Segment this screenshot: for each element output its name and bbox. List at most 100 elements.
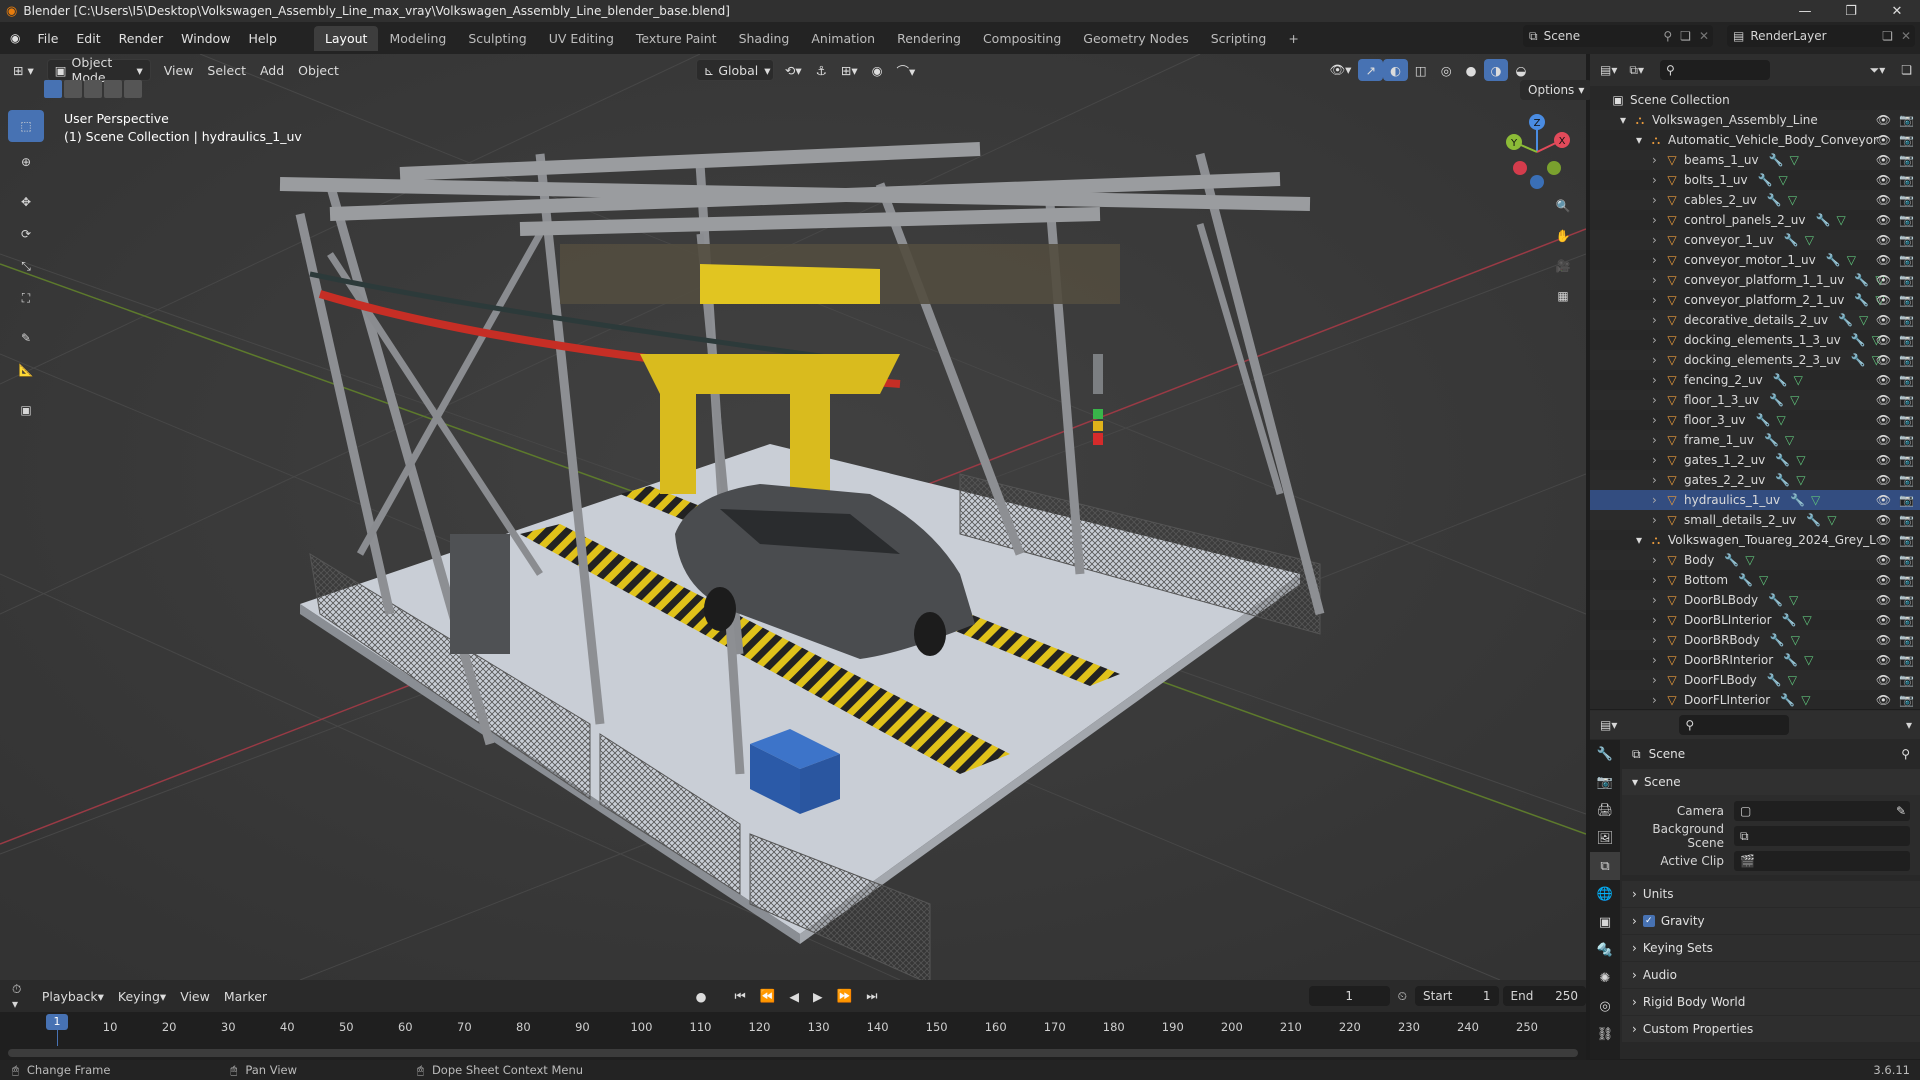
outliner-row-object[interactable]: › ▽ control_panels_2_uv 🔧 ▽ 👁 📷 xyxy=(1590,210,1920,230)
properties-editor-icon[interactable]: ▤▾ xyxy=(1590,718,1625,732)
shading-wireframe-icon[interactable]: ◎ xyxy=(1434,59,1459,81)
3d-viewport[interactable] xyxy=(0,54,1586,980)
camera-icon[interactable]: 📷 xyxy=(1899,553,1914,567)
chevron-right-icon[interactable]: › xyxy=(1652,333,1664,347)
mesh-data-icon[interactable]: ▽ xyxy=(1801,693,1810,707)
outliner-row-object[interactable]: › ▽ fencing_2_uv 🔧 ▽ 👁 📷 xyxy=(1590,370,1920,390)
world-tab-icon[interactable]: 🌐 xyxy=(1590,880,1620,908)
gizmo-toggle-icon[interactable]: ↗ xyxy=(1358,59,1383,81)
eye-icon[interactable]: 👁 xyxy=(1876,653,1891,667)
chevron-right-icon[interactable]: › xyxy=(1652,673,1664,687)
camera-icon[interactable]: 📷 xyxy=(1899,333,1914,347)
workspace-tab-scripting[interactable]: Scripting xyxy=(1200,26,1278,51)
chevron-right-icon[interactable]: › xyxy=(1652,193,1664,207)
camera-icon[interactable]: 📷 xyxy=(1899,253,1914,267)
chevron-right-icon[interactable]: › xyxy=(1652,373,1664,387)
mesh-data-icon[interactable]: ▽ xyxy=(1789,593,1798,607)
eye-icon[interactable]: 👁 xyxy=(1876,253,1891,267)
outliner-row-collection[interactable]: ▾ ⛬ Volkswagen_Assembly_Line 👁 📷 xyxy=(1590,110,1920,130)
eye-icon[interactable]: 👁 xyxy=(1876,553,1891,567)
camera-icon[interactable]: 📷 xyxy=(1899,413,1914,427)
mesh-data-icon[interactable]: ▽ xyxy=(1790,153,1799,167)
chevron-right-icon[interactable]: › xyxy=(1652,453,1664,467)
outliner-row-object[interactable]: › ▽ hydraulics_1_uv 🔧 ▽ 👁 📷 xyxy=(1590,490,1920,510)
eye-icon[interactable]: 👁 xyxy=(1876,413,1891,427)
chevron-right-icon[interactable]: › xyxy=(1652,173,1664,187)
menu-add[interactable]: Add xyxy=(253,59,291,81)
chevron-right-icon[interactable]: › xyxy=(1652,393,1664,407)
modifier-icon[interactable]: 🔧 xyxy=(1838,313,1853,327)
chevron-right-icon[interactable]: › xyxy=(1652,233,1664,247)
chevron-down-icon[interactable]: ▾ xyxy=(1636,533,1648,547)
proportional-edit-icon[interactable]: ◉ xyxy=(865,59,890,81)
camera-icon[interactable]: 📷 xyxy=(1899,373,1914,387)
timeline-scroll-thumb[interactable] xyxy=(8,1049,1578,1057)
eye-icon[interactable]: 👁 xyxy=(1876,293,1891,307)
modifier-icon[interactable]: 🔧 xyxy=(1756,413,1771,427)
display-mode-icon[interactable]: ⧉▾ xyxy=(1623,63,1650,78)
chevron-right-icon[interactable]: › xyxy=(1652,693,1664,707)
select-subtract-icon[interactable] xyxy=(84,80,102,98)
current-frame-field[interactable]: 1 xyxy=(1308,986,1390,1006)
add-cube-icon[interactable]: ▣ xyxy=(8,394,44,426)
workspace-tab-animation[interactable]: Animation xyxy=(800,26,886,51)
modifier-icon[interactable]: 🔧 xyxy=(1806,513,1821,527)
chevron-right-icon[interactable]: › xyxy=(1652,473,1664,487)
view-layer-tab-icon[interactable]: 🖼 xyxy=(1590,824,1620,852)
outliner-row-object[interactable]: › ▽ beams_1_uv 🔧 ▽ 👁 📷 xyxy=(1590,150,1920,170)
select-extend-icon[interactable] xyxy=(64,80,82,98)
mesh-data-icon[interactable]: ▽ xyxy=(1791,633,1800,647)
mesh-data-icon[interactable]: ▽ xyxy=(1790,393,1799,407)
chevron-right-icon[interactable]: › xyxy=(1652,493,1664,507)
menu-marker[interactable]: Marker xyxy=(217,985,274,1007)
outliner-row-object[interactable]: › ▽ bolts_1_uv 🔧 ▽ 👁 📷 xyxy=(1590,170,1920,190)
shading-material-icon[interactable]: ◑ xyxy=(1483,59,1509,81)
eye-icon[interactable]: 👁 xyxy=(1876,533,1891,547)
outliner-row-object[interactable]: › ▽ DoorFLBody 🔧 ▽ 👁 📷 xyxy=(1590,670,1920,690)
outliner-row-object[interactable]: › ▽ frame_1_uv 🔧 ▽ 👁 📷 xyxy=(1590,430,1920,450)
modifier-icon[interactable]: 🔧 xyxy=(1724,553,1739,567)
outliner-row-object[interactable]: › ▽ cables_2_uv 🔧 ▽ 👁 📷 xyxy=(1590,190,1920,210)
eye-icon[interactable]: 👁 xyxy=(1876,153,1891,167)
camera-icon[interactable]: 📷 xyxy=(1899,633,1914,647)
pivot-point-icon[interactable]: ⟲▾ xyxy=(778,59,809,81)
modifier-icon[interactable]: 🔧 xyxy=(1775,453,1790,467)
snap-icon[interactable]: ⚓ xyxy=(809,59,834,81)
mesh-data-icon[interactable]: ▽ xyxy=(1788,193,1797,207)
chevron-right-icon[interactable]: › xyxy=(1652,553,1664,567)
camera-icon[interactable]: 📷 xyxy=(1899,453,1914,467)
jump-keyframe-back-icon[interactable]: ⏪ xyxy=(753,985,783,1007)
camera-icon[interactable]: 📷 xyxy=(1899,353,1914,367)
workspace-tab-modeling[interactable]: Modeling xyxy=(378,26,457,51)
camera-view-icon[interactable]: 🎥 xyxy=(1549,252,1577,280)
pin-icon[interactable]: ⚲ xyxy=(1659,29,1676,43)
play-reverse-icon[interactable]: ◀ xyxy=(782,985,806,1007)
close-icon[interactable]: ✕ xyxy=(1874,4,1920,19)
falloff-icon[interactable]: ⌒▾ xyxy=(890,59,923,81)
eye-icon[interactable]: 👁 xyxy=(1876,593,1891,607)
outliner-row-object[interactable]: › ▽ conveyor_platform_2_1_uv 🔧 ▽ 👁 📷 xyxy=(1590,290,1920,310)
modifier-icon[interactable]: 🔧 xyxy=(1769,393,1784,407)
chevron-right-icon[interactable]: › xyxy=(1652,433,1664,447)
eye-icon[interactable]: 👁 xyxy=(1876,333,1891,347)
audio-panel-header[interactable]: › Audio xyxy=(1622,962,1920,988)
modifier-icon[interactable]: 🔧 xyxy=(1790,493,1805,507)
chevron-right-icon[interactable]: › xyxy=(1652,153,1664,167)
navigation-gizmo[interactable]: Z X Y xyxy=(1500,112,1574,190)
eye-icon[interactable]: 👁 xyxy=(1876,133,1891,147)
eye-icon[interactable]: 👁 xyxy=(1876,473,1891,487)
eye-icon[interactable]: 👁 xyxy=(1876,393,1891,407)
constraints-tab-icon[interactable]: ⛓ xyxy=(1590,1020,1620,1048)
modifier-icon[interactable]: 🔧 xyxy=(1851,353,1866,367)
camera-icon[interactable]: 📷 xyxy=(1899,533,1914,547)
eye-icon[interactable]: 👁 xyxy=(1876,633,1891,647)
background-scene-input[interactable]: ⧉ xyxy=(1734,826,1910,846)
workspace-tab-texture-paint[interactable]: Texture Paint xyxy=(625,26,728,51)
timeline-scrollbar[interactable] xyxy=(0,1046,1586,1060)
blender-menu-icon[interactable]: ◉ xyxy=(0,31,28,45)
gravity-checkbox[interactable]: ✓ xyxy=(1642,915,1655,927)
outliner-row-object[interactable]: › ▽ conveyor_1_uv 🔧 ▽ 👁 📷 xyxy=(1590,230,1920,250)
new-scene-icon[interactable]: ❏ xyxy=(1676,29,1695,43)
outliner-row-collection[interactable]: ▾ ⛬ Automatic_Vehicle_Body_Conveyor 👁 📷 xyxy=(1590,130,1920,150)
chevron-right-icon[interactable]: › xyxy=(1652,293,1664,307)
